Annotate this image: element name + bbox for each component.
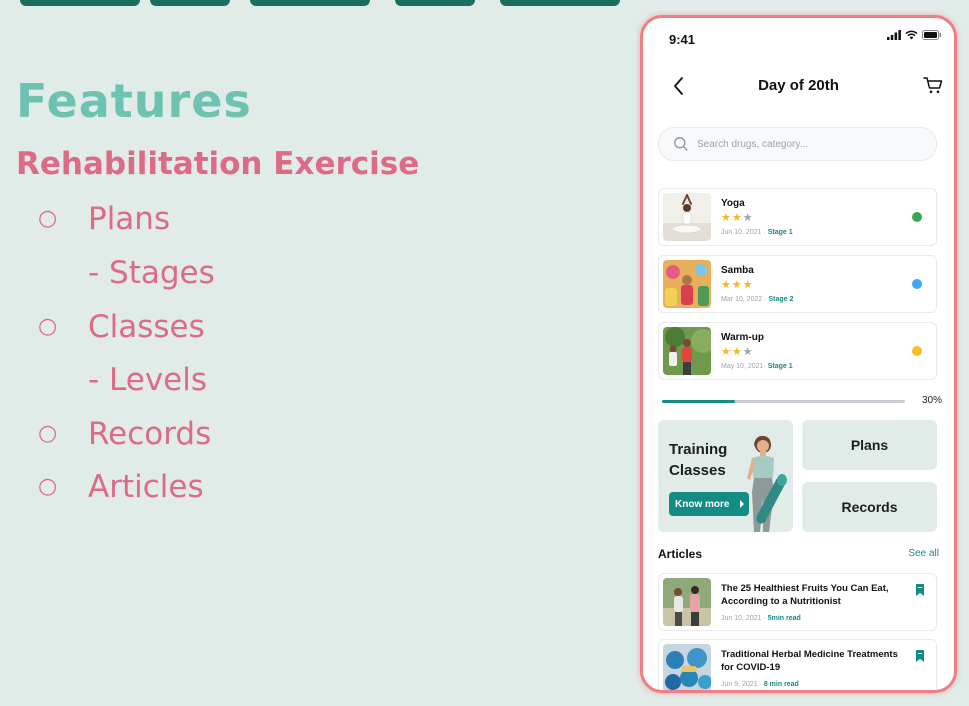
know-more-label: Know more: [675, 498, 730, 510]
session-meta: Jun 10, 2021 · Stage 1: [721, 229, 793, 236]
slide-title: Features: [16, 74, 252, 128]
session-title: Yoga: [721, 198, 745, 209]
session-title: Warm-up: [721, 332, 764, 343]
warm-up-thumbnail: [663, 327, 711, 375]
session-card-samba[interactable]: Samba ★★★ Mar 10, 2022 · Stage 2: [658, 255, 937, 313]
rating-stars: ★★★: [721, 346, 754, 358]
feature-label: - Stages: [88, 255, 215, 291]
yoga-thumbnail: [663, 193, 711, 241]
bullet-icon: ○: [38, 314, 58, 339]
article-card[interactable]: Traditional Herbal Medicine Treatments f…: [658, 639, 937, 690]
page-title: Day of 20th: [758, 77, 839, 94]
records-card[interactable]: Records: [802, 482, 937, 532]
session-date: May 10, 2021·: [721, 363, 768, 370]
slide-subtitle: Rehabilitation Exercise: [16, 146, 420, 182]
session-stage: Stage 1: [767, 363, 793, 370]
status-dot: [912, 279, 922, 289]
article-date: Jun 9, 2021 ·: [721, 681, 764, 688]
battery-icon: [922, 30, 942, 40]
feature-label: Records: [88, 416, 212, 452]
article-thumbnail: [663, 644, 711, 690]
records-label: Records: [841, 499, 898, 515]
wifi-icon: [905, 30, 918, 40]
plans-label: Plans: [850, 437, 889, 453]
search-input[interactable]: [697, 134, 917, 154]
article-read-time: 8 min read: [763, 681, 799, 688]
know-more-button[interactable]: Know more: [669, 492, 749, 516]
bookmark-icon[interactable]: [915, 650, 925, 662]
status-time: 9:41: [669, 32, 696, 47]
feature-label: - Levels: [88, 362, 208, 398]
session-card-yoga[interactable]: Yoga ★★★ Jun 10, 2021 · Stage 1: [658, 188, 937, 246]
cart-icon[interactable]: [922, 74, 944, 96]
slide-top-decoration: [0, 0, 640, 12]
rating-stars: ★★★: [721, 279, 754, 291]
status-dot: [912, 346, 922, 356]
session-date: Jun 10, 2021 ·: [721, 229, 768, 236]
feature-label: Classes: [88, 309, 205, 345]
feature-label: Articles: [88, 469, 204, 505]
bullet-icon: ○: [38, 206, 58, 231]
bullet-icon: ○: [38, 421, 58, 446]
article-title: Traditional Herbal Medicine Treatments f…: [721, 649, 898, 673]
articles-heading: Articles: [658, 547, 703, 561]
session-meta: May 10, 2021· Stage 1: [721, 363, 793, 370]
phone-mockup: 9:41 Day of 20th Search drugs, category.…: [640, 15, 957, 693]
session-card-warm-up[interactable]: Warm-up ★★★ May 10, 2021· Stage 1: [658, 322, 937, 380]
progress-fill: [662, 400, 735, 403]
article-thumbnail: [663, 578, 711, 626]
article-date: Jun 10, 2021 ·: [721, 615, 768, 622]
article-read-time: 5min read: [767, 615, 801, 622]
caret-right-icon: [740, 500, 745, 508]
session-stage: Stage 1: [767, 229, 793, 236]
plans-card[interactable]: Plans: [802, 420, 937, 470]
session-stage: Stage 2: [768, 296, 794, 303]
woman-with-mat-illustration: [747, 435, 787, 532]
progress-bar: [662, 400, 905, 403]
rating-stars: ★★★: [721, 212, 754, 224]
session-meta: Mar 10, 2022 · Stage 2: [721, 296, 793, 303]
article-title: The 25 Healthiest Fruits You Can Eat, Ac…: [721, 583, 889, 607]
search-icon: [674, 137, 688, 151]
article-card[interactable]: The 25 Healthiest Fruits You Can Eat, Ac…: [658, 573, 937, 631]
bookmark-icon[interactable]: [915, 584, 925, 596]
session-title: Samba: [721, 265, 754, 276]
article-meta: Jun 10, 2021 · 5min read: [721, 615, 801, 622]
session-date: Mar 10, 2022 ·: [721, 296, 769, 303]
bullet-icon: ○: [38, 474, 58, 499]
samba-thumbnail: [663, 260, 711, 308]
see-all-link[interactable]: See all: [908, 548, 939, 559]
status-dot: [912, 212, 922, 222]
progress-label: 30%: [921, 395, 942, 406]
signal-icon: [887, 30, 901, 40]
training-classes-card[interactable]: Training Classes Know more: [658, 420, 793, 532]
status-icons: [887, 30, 942, 40]
feature-label: Plans: [88, 201, 171, 237]
training-classes-title: Training Classes: [669, 441, 728, 479]
search-bar[interactable]: [658, 127, 937, 161]
article-meta: Jun 9, 2021 · 8 min read: [721, 681, 799, 688]
